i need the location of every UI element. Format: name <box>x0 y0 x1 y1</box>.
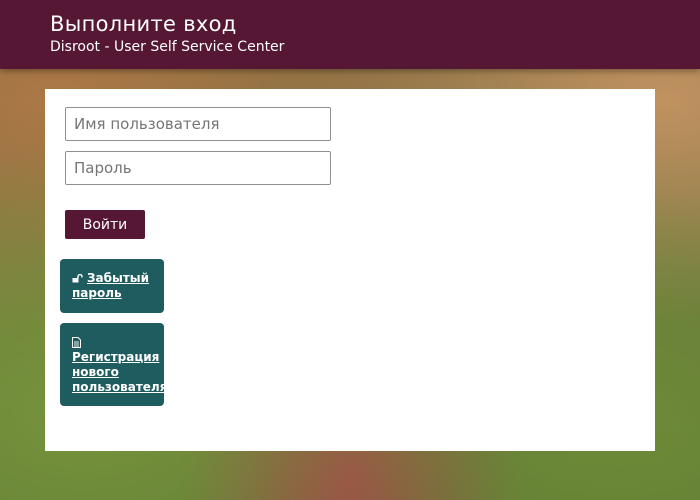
password-input[interactable] <box>65 151 331 185</box>
forgot-password-button[interactable]: Забытый пароль <box>60 259 164 313</box>
unlock-icon <box>72 274 83 283</box>
register-button[interactable]: Регистрация нового пользователя <box>60 323 168 406</box>
username-input[interactable] <box>65 107 331 141</box>
register-line-1: Регистрация <box>72 350 160 364</box>
page-subtitle: Disroot - User Self Service Center <box>50 39 285 55</box>
page-title: Выполните вход <box>50 12 237 36</box>
document-icon <box>72 337 81 348</box>
login-card: Войти Забытый пароль Регистрация <box>45 89 655 451</box>
page-header: Выполните вход Disroot - User Self Servi… <box>0 0 700 69</box>
register-line-3: пользователя <box>72 380 168 394</box>
login-button[interactable]: Войти <box>65 210 145 239</box>
register-line-2: нового <box>72 365 119 379</box>
forgot-password-line-2: пароль <box>72 286 122 300</box>
forgot-password-line-1: Забытый <box>87 271 150 285</box>
